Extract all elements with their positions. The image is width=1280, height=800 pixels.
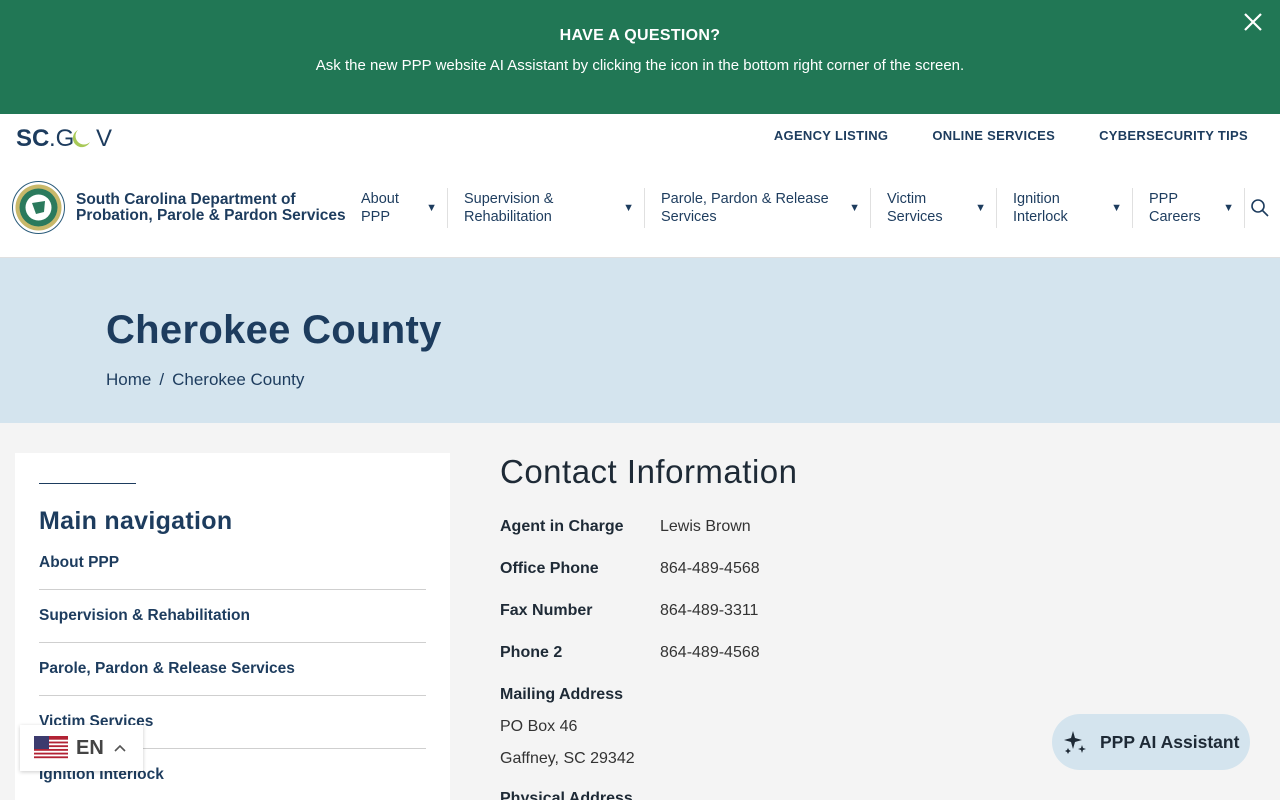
- main-nav: About PPP ▼ Supervision & Rehabilitation ▼…: [345, 188, 1245, 228]
- svg-text:V: V: [96, 125, 112, 152]
- phone2-label: Phone 2: [500, 644, 563, 661]
- nav-ppp-careers[interactable]: PPP Careers ▼: [1133, 188, 1245, 228]
- page-title: Cherokee County: [106, 308, 442, 352]
- sidebar-item-about-ppp[interactable]: About PPP: [39, 543, 426, 590]
- utility-nav: AGENCY LISTING ONLINE SERVICES CYBERSECU…: [774, 128, 1248, 143]
- nav-parole-pardon[interactable]: Parole, Pardon & Release Services ▼: [645, 188, 871, 228]
- caret-down-icon: ▼: [1111, 202, 1122, 214]
- language-selector[interactable]: EN: [20, 725, 143, 771]
- agent-label: Agent in Charge: [500, 518, 624, 535]
- breadcrumb-current: Cherokee County: [172, 370, 305, 389]
- agency-name: South Carolina Department of Probation, …: [76, 190, 346, 224]
- breadcrumb-separator: /: [159, 370, 165, 389]
- office-phone-label: Office Phone: [500, 560, 599, 577]
- mailing-address-line2: Gaffney, SC 29342: [500, 750, 635, 767]
- sidebar-item-supervision[interactable]: Supervision & Rehabilitation: [39, 590, 426, 643]
- page-hero: Cherokee County Home / Cherokee County: [0, 258, 1280, 423]
- fax-value: 864-489-3311: [660, 602, 759, 619]
- sidebar-title: Main navigation: [39, 507, 233, 535]
- scgov-logo[interactable]: SC .G V: [16, 124, 120, 152]
- question-banner: HAVE A QUESTION? Ask the new PPP website…: [0, 0, 1280, 114]
- ai-assistant-button[interactable]: PPP AI Assistant: [1052, 714, 1250, 770]
- caret-down-icon: ▼: [849, 202, 860, 214]
- contact-heading: Contact Information: [500, 453, 798, 490]
- site-header: SC .G V AGENCY LISTING ONLINE SERVICES C…: [0, 114, 1280, 258]
- sidebar-item-parole-pardon[interactable]: Parole, Pardon & Release Services: [39, 643, 426, 696]
- agent-value: Lewis Brown: [660, 518, 751, 535]
- sparkle-icon: [1064, 731, 1086, 754]
- nav-ignition-interlock[interactable]: Ignition Interlock ▼: [997, 188, 1133, 228]
- contact-information: Contact Information Agent in Charge Lewi…: [500, 450, 1200, 800]
- nav-about-ppp[interactable]: About PPP ▼: [345, 188, 448, 228]
- breadcrumb: Home / Cherokee County: [106, 370, 304, 390]
- search-icon[interactable]: [1250, 198, 1270, 218]
- svg-text:SC: SC: [16, 125, 49, 152]
- agency-listing-link[interactable]: AGENCY LISTING: [774, 128, 888, 143]
- svg-text:.G: .G: [49, 125, 74, 152]
- cybersecurity-tips-link[interactable]: CYBERSECURITY TIPS: [1099, 128, 1248, 143]
- ai-assistant-label: PPP AI Assistant: [1100, 731, 1240, 752]
- close-icon[interactable]: [1241, 10, 1265, 34]
- caret-down-icon: ▼: [1223, 202, 1234, 214]
- chevron-up-icon: [114, 744, 126, 752]
- online-services-link[interactable]: ONLINE SERVICES: [932, 128, 1055, 143]
- mailing-address-line1: PO Box 46: [500, 718, 578, 735]
- office-phone-value[interactable]: 864-489-4568: [660, 560, 760, 578]
- banner-title: HAVE A QUESTION?: [559, 27, 721, 44]
- physical-address-label: Physical Address: [500, 790, 633, 800]
- banner-text: Ask the new PPP website AI Assistant by …: [315, 57, 965, 74]
- language-code: EN: [76, 736, 104, 759]
- caret-down-icon: ▼: [975, 202, 986, 214]
- caret-down-icon: ▼: [623, 202, 634, 214]
- nav-supervision[interactable]: Supervision & Rehabilitation ▼: [448, 188, 645, 228]
- breadcrumb-home-link[interactable]: Home: [106, 370, 151, 389]
- us-flag-icon: [34, 736, 68, 760]
- caret-down-icon: ▼: [426, 202, 437, 214]
- agency-brand-link[interactable]: South Carolina Department of Probation, …: [12, 181, 346, 234]
- phone2-value[interactable]: 864-489-4568: [660, 644, 760, 662]
- agency-seal-logo: [12, 181, 65, 234]
- divider: [39, 483, 136, 484]
- nav-victim-services[interactable]: Victim Services ▼: [871, 188, 997, 228]
- mailing-address-label: Mailing Address: [500, 686, 623, 703]
- fax-label: Fax Number: [500, 602, 593, 619]
